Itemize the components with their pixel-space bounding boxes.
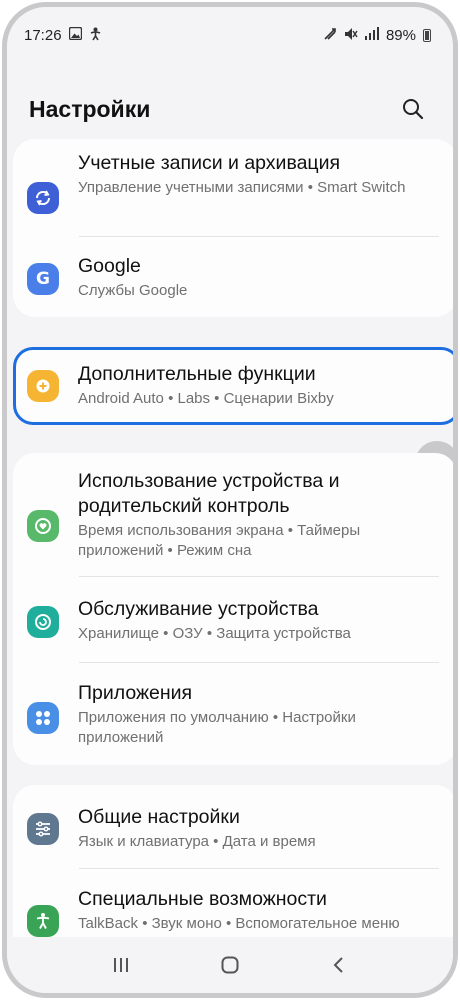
home-icon — [221, 956, 239, 974]
settings-item-google[interactable]: G Google Службы Google — [13, 237, 453, 317]
settings-item-apps[interactable]: Приложения Приложения по умолчанию • Нас… — [13, 663, 453, 765]
sync-icon — [27, 182, 59, 214]
navigation-bar — [7, 937, 453, 993]
settings-item-advanced-features[interactable]: Дополнительные функции Android Auto • La… — [13, 347, 453, 425]
item-title: Дополнительные функции — [78, 363, 316, 385]
signal-icon — [364, 27, 379, 43]
item-subtitle: Android Auto • Labs • Сценарии Bixby — [78, 390, 334, 407]
status-left: 17:26 — [24, 27, 102, 44]
phone-frame: 17:26 89% Настройки Учетные записи и арх… — [2, 2, 458, 998]
heart-ring-icon — [27, 510, 59, 542]
item-subtitle: Управление учетными записями • Smart Swi… — [78, 179, 406, 196]
settings-item-general[interactable]: Общие настройки Язык и клавиатура • Дата… — [13, 785, 453, 869]
item-subtitle: Язык и клавиатура • Дата и время — [78, 833, 316, 850]
item-subtitle: Хранилище • ОЗУ • Защита устройства — [78, 625, 351, 642]
back-button[interactable] — [319, 945, 359, 985]
sliders-icon — [27, 813, 59, 845]
home-button[interactable] — [210, 945, 250, 985]
page-title: Настройки — [29, 95, 151, 122]
google-icon: G — [27, 263, 59, 295]
recent-apps-button[interactable] — [101, 945, 141, 985]
header: Настройки — [7, 79, 453, 139]
item-subtitle: Время использования экрана • Таймеры при… — [78, 522, 361, 559]
status-bar: 17:26 89% — [7, 7, 453, 63]
cast-icon — [323, 27, 337, 44]
card-device: Использование устройства и родительский … — [13, 453, 453, 765]
item-title: Приложения — [78, 682, 193, 704]
item-title: Обслуживание устройства — [78, 598, 319, 620]
item-subtitle: Службы Google — [78, 282, 188, 299]
settings-item-wellbeing[interactable]: Использование устройства и родительский … — [13, 453, 453, 577]
item-subtitle: Приложения по умолчанию • Настройки прил… — [78, 709, 356, 746]
item-title: Использование устройства и родительский … — [78, 470, 340, 517]
status-right: 89% — [323, 27, 431, 44]
item-subtitle: TalkBack • Звук моно • Вспомогательное м… — [78, 915, 400, 932]
settings-item-accounts[interactable]: Учетные записи и архивация Управление уч… — [13, 139, 453, 237]
mute-icon — [344, 27, 358, 44]
card-accounts: Учетные записи и архивация Управление уч… — [13, 139, 453, 317]
item-title: Специальные возможности — [78, 888, 327, 910]
card-advanced: Дополнительные функции Android Auto • La… — [13, 347, 453, 425]
plus-gear-icon — [27, 370, 59, 402]
recent-apps-icon — [114, 958, 129, 972]
image-icon — [68, 26, 82, 43]
status-time: 17:26 — [24, 26, 62, 44]
item-title: Google — [78, 255, 141, 277]
apps-grid-icon — [27, 702, 59, 734]
settings-item-device-care[interactable]: Обслуживание устройства Хранилище • ОЗУ … — [13, 577, 453, 663]
item-title: Учетные записи и архивация — [78, 152, 341, 174]
item-title: Общие настройки — [78, 806, 240, 828]
accessibility-icon — [27, 905, 59, 937]
search-button[interactable] — [395, 91, 431, 127]
battery-icon — [423, 28, 431, 42]
search-icon — [403, 99, 424, 120]
battery-level: 89% — [385, 26, 416, 44]
refresh-ring-icon — [27, 606, 59, 638]
accessibility-person-icon — [89, 27, 102, 44]
back-icon — [333, 957, 343, 973]
